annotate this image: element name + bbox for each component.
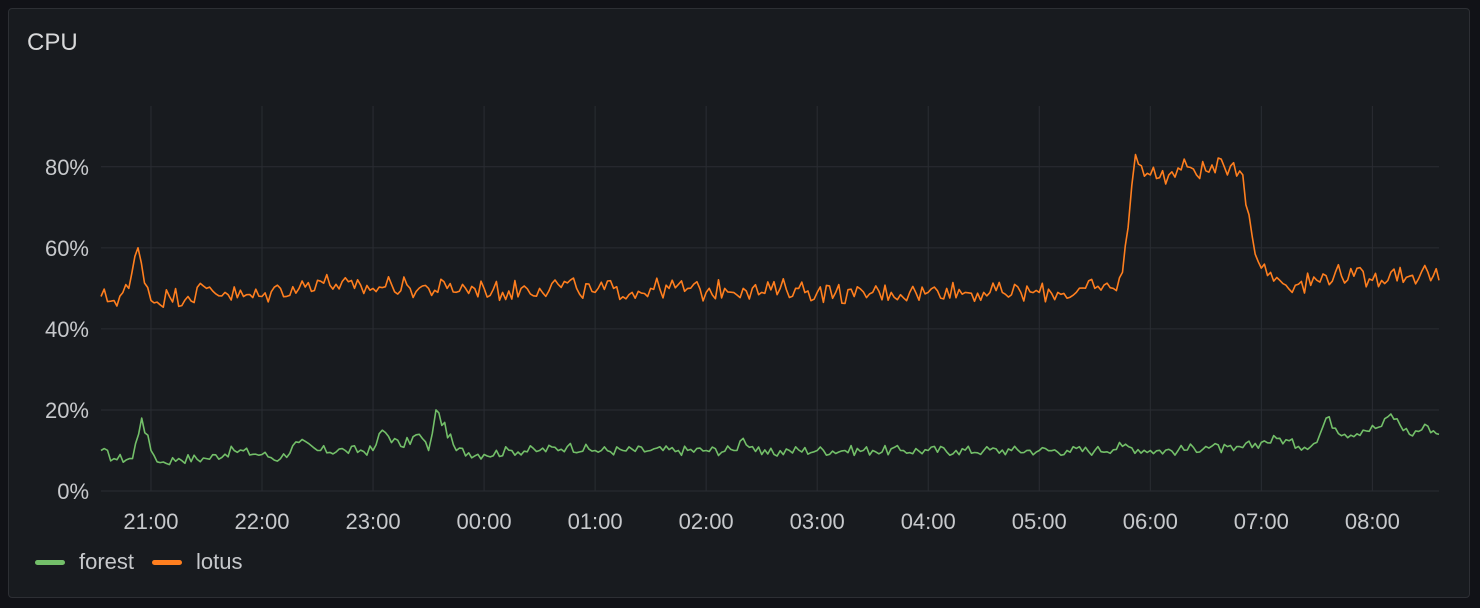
series-lines [100, 153, 1440, 466]
grid [101, 106, 1439, 492]
x-tick-label: 01:00 [568, 509, 623, 534]
cpu-panel: CPU 0% 20% 40% 60% 80% 21:00 22:00 23:00 00:00 01… [8, 8, 1470, 598]
y-tick-label: 60% [45, 236, 89, 261]
x-tick-label: 02:00 [679, 509, 734, 534]
x-tick-label: 07:00 [1234, 509, 1289, 534]
x-tick-label: 21:00 [123, 509, 178, 534]
x-tick-label: 05:00 [1012, 509, 1067, 534]
x-tick-label: 22:00 [234, 509, 289, 534]
legend-label: forest [79, 549, 135, 574]
legend-swatch [152, 559, 183, 565]
x-tick-label: 00:00 [457, 509, 512, 534]
x-tick-label: 04:00 [901, 509, 956, 534]
legend-swatch [35, 559, 65, 565]
y-tick-label: 20% [45, 398, 89, 423]
series-line-lotus [100, 153, 1440, 308]
legend: forest lotus [35, 549, 261, 575]
y-tick-label: 40% [45, 317, 89, 342]
cpu-chart: 0% 20% 40% 60% 80% 21:00 22:00 23:00 00:00 01:00 0… [45, 106, 1440, 534]
legend-item-forest[interactable]: forest [35, 549, 134, 575]
x-tick-label: 23:00 [346, 509, 401, 534]
legend-label: lotus [196, 549, 243, 574]
axes: 0% 20% 40% 60% 80% 21:00 22:00 23:00 00:00 01:00 0… [45, 155, 1400, 534]
legend-item-lotus[interactable]: lotus [152, 549, 243, 575]
x-tick-label: 06:00 [1123, 509, 1178, 534]
y-tick-label: 80% [45, 155, 89, 180]
x-tick-label: 03:00 [790, 509, 845, 534]
series-line-forest [100, 409, 1440, 466]
x-tick-label: 08:00 [1345, 509, 1400, 534]
y-tick-label: 0% [57, 479, 89, 504]
